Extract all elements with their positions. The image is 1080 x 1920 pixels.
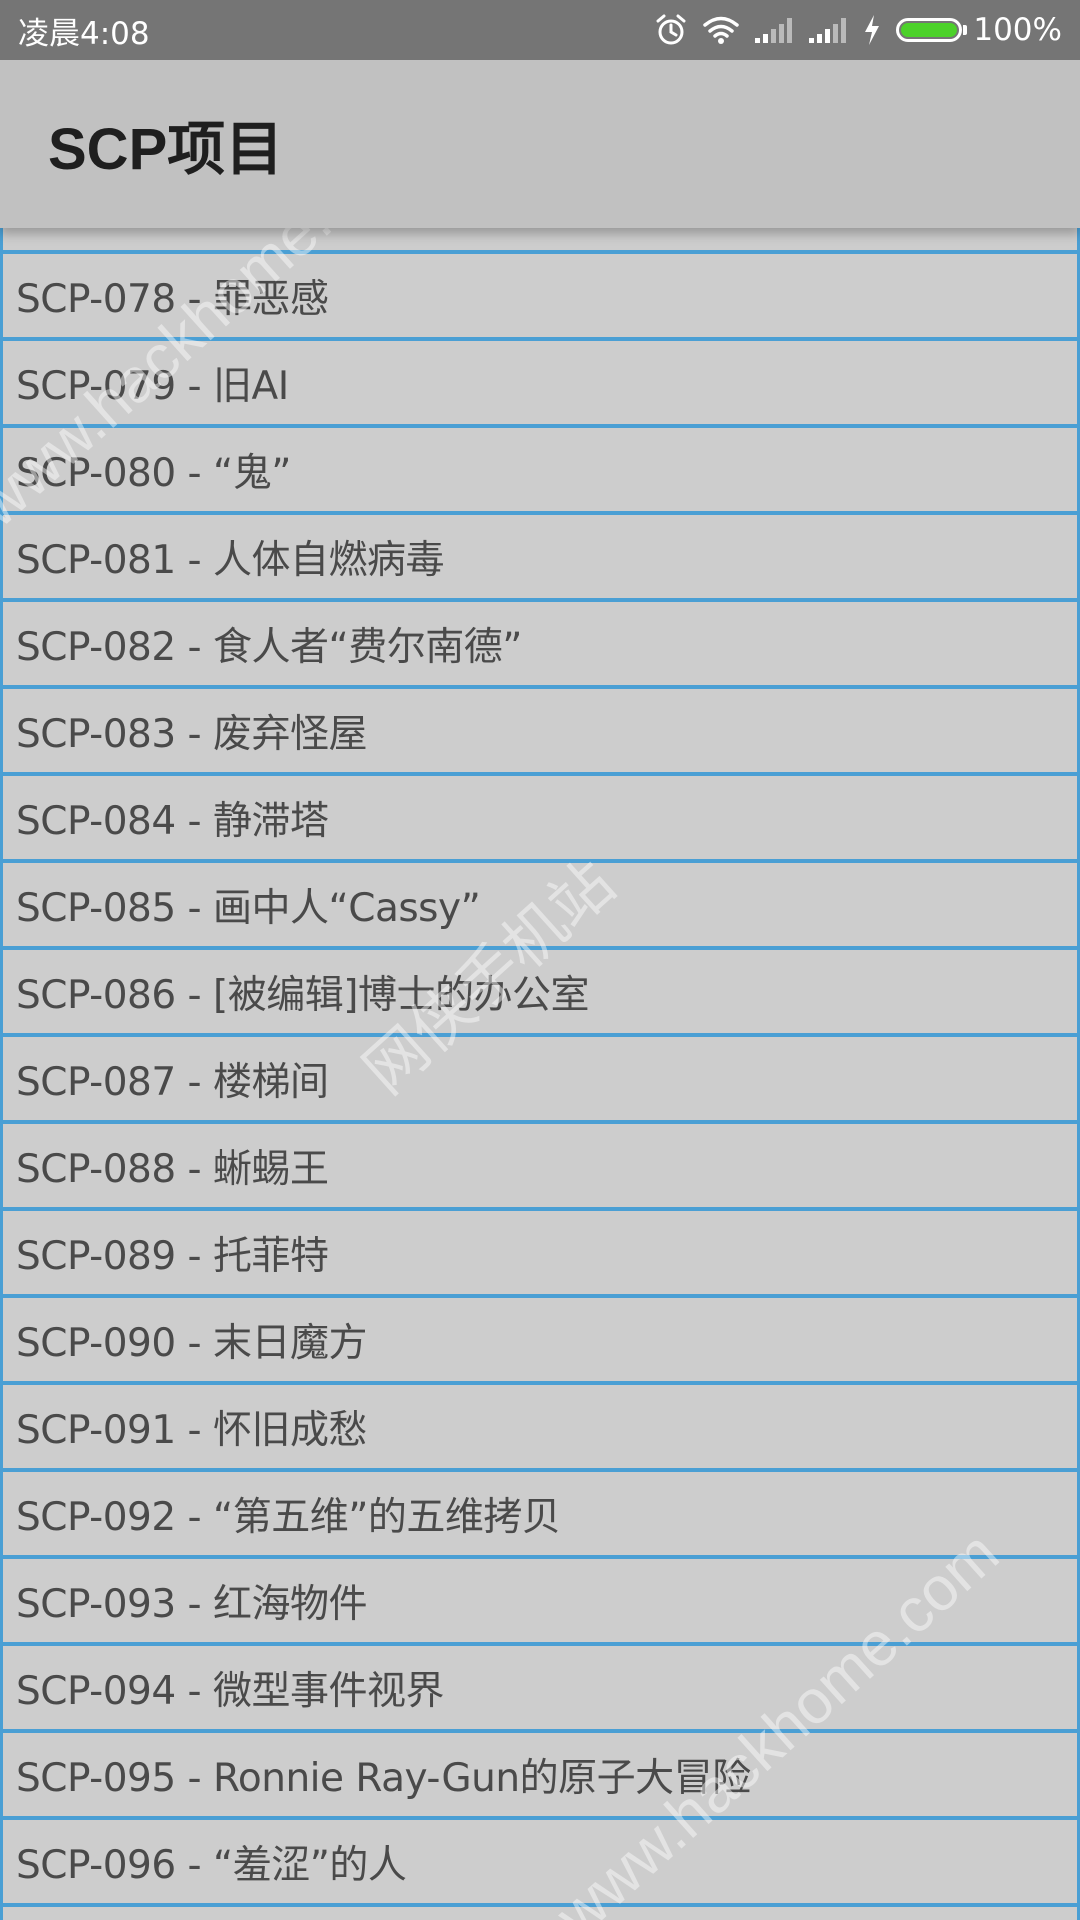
list-item[interactable]: SCP-093 - 红海物件 bbox=[0, 1559, 1080, 1646]
list-item-label: SCP-089 - 托菲特 bbox=[16, 1233, 329, 1279]
list-item-label: SCP-082 - 食人者“费尔南德” bbox=[16, 624, 522, 670]
list-item[interactable]: SCP-091 - 怀旧成愁 bbox=[0, 1385, 1080, 1472]
list-item-label: SCP-083 - 废弃怪屋 bbox=[16, 711, 368, 757]
list-item-label: SCP-088 - 蜥蜴王 bbox=[16, 1146, 329, 1192]
list-item-label: SCP-096 - “羞涩”的人 bbox=[16, 1842, 407, 1888]
list-item[interactable]: SCP-087 - 楼梯间 bbox=[0, 1037, 1080, 1124]
scp-list[interactable]: SCP-078 - 罪恶感 SCP-079 - 旧AI SCP-080 - “鬼” S… bbox=[0, 228, 1080, 1920]
status-icons: 100% bbox=[654, 12, 1062, 48]
list-item[interactable]: SCP-078 - 罪恶感 bbox=[0, 254, 1080, 341]
battery-icon: 100% bbox=[896, 12, 1062, 48]
list-item-label: SCP-084 - 静滞塔 bbox=[16, 798, 329, 844]
list-item[interactable]: SCP-090 - 末日魔方 bbox=[0, 1298, 1080, 1385]
signal-icon bbox=[754, 16, 794, 44]
battery-body bbox=[896, 18, 963, 42]
battery-fill bbox=[901, 23, 958, 37]
list-item[interactable]: SCP-085 - 画中人“Cassy” bbox=[0, 863, 1080, 950]
list-item-label: SCP-095 - Ronnie Ray-Gun的原子大冒险 bbox=[16, 1755, 751, 1801]
battery-tip bbox=[963, 25, 968, 35]
list-item-label: SCP-090 - 末日魔方 bbox=[16, 1320, 368, 1366]
list-item-label: SCP-091 - 怀旧成愁 bbox=[16, 1407, 368, 1453]
list-item-label: SCP-079 - 旧AI bbox=[16, 363, 289, 409]
list-item[interactable]: SCP-083 - 废弃怪屋 bbox=[0, 689, 1080, 776]
wifi-icon bbox=[702, 15, 740, 45]
list-item-partial-bottom[interactable] bbox=[0, 1907, 1080, 1920]
status-bar: 凌晨4:08 100% bbox=[0, 0, 1080, 60]
list-item[interactable]: SCP-092 - “第五维”的五维拷贝 bbox=[0, 1472, 1080, 1559]
list-item[interactable]: SCP-080 - “鬼” bbox=[0, 428, 1080, 515]
list-item-label: SCP-085 - 画中人“Cassy” bbox=[16, 885, 481, 931]
list-item[interactable]: SCP-086 - [被编辑]博士的办公室 bbox=[0, 950, 1080, 1037]
battery-percent: 100% bbox=[973, 12, 1062, 48]
list-item-label: SCP-092 - “第五维”的五维拷贝 bbox=[16, 1494, 561, 1540]
list-item[interactable]: SCP-081 - 人体自燃病毒 bbox=[0, 515, 1080, 602]
list-item[interactable]: SCP-084 - 静滞塔 bbox=[0, 776, 1080, 863]
charging-icon bbox=[862, 14, 882, 46]
list-item-label: SCP-078 - 罪恶感 bbox=[16, 276, 329, 322]
list-item[interactable]: SCP-094 - 微型事件视界 bbox=[0, 1646, 1080, 1733]
list-item[interactable]: SCP-082 - 食人者“费尔南德” bbox=[0, 602, 1080, 689]
screen: 凌晨4:08 100% SCP项目 SCP-078 - 罪恶感 SCP-079 … bbox=[0, 0, 1080, 1920]
signal-icon-2 bbox=[808, 16, 848, 44]
list-item-label: SCP-087 - 楼梯间 bbox=[16, 1059, 329, 1105]
list-item-label: SCP-094 - 微型事件视界 bbox=[16, 1668, 445, 1714]
list-item-label: SCP-086 - [被编辑]博士的办公室 bbox=[16, 972, 589, 1018]
list-item[interactable]: SCP-096 - “羞涩”的人 bbox=[0, 1820, 1080, 1907]
alarm-icon bbox=[654, 13, 688, 47]
list-item-label: SCP-093 - 红海物件 bbox=[16, 1581, 368, 1627]
list-item[interactable]: SCP-089 - 托菲特 bbox=[0, 1211, 1080, 1298]
scp-list-inner: SCP-078 - 罪恶感 SCP-079 - 旧AI SCP-080 - “鬼” S… bbox=[0, 228, 1080, 1920]
status-time: 凌晨4:08 bbox=[18, 15, 150, 52]
app-bar: SCP项目 bbox=[0, 60, 1080, 228]
list-item-partial[interactable] bbox=[0, 228, 1080, 254]
list-item-label: SCP-081 - 人体自燃病毒 bbox=[16, 537, 445, 583]
list-item[interactable]: SCP-079 - 旧AI bbox=[0, 341, 1080, 428]
list-item[interactable]: SCP-088 - 蜥蜴王 bbox=[0, 1124, 1080, 1211]
page-title: SCP项目 bbox=[48, 117, 284, 182]
list-item-label: SCP-080 - “鬼” bbox=[16, 450, 291, 496]
list-item[interactable]: SCP-095 - Ronnie Ray-Gun的原子大冒险 bbox=[0, 1733, 1080, 1820]
